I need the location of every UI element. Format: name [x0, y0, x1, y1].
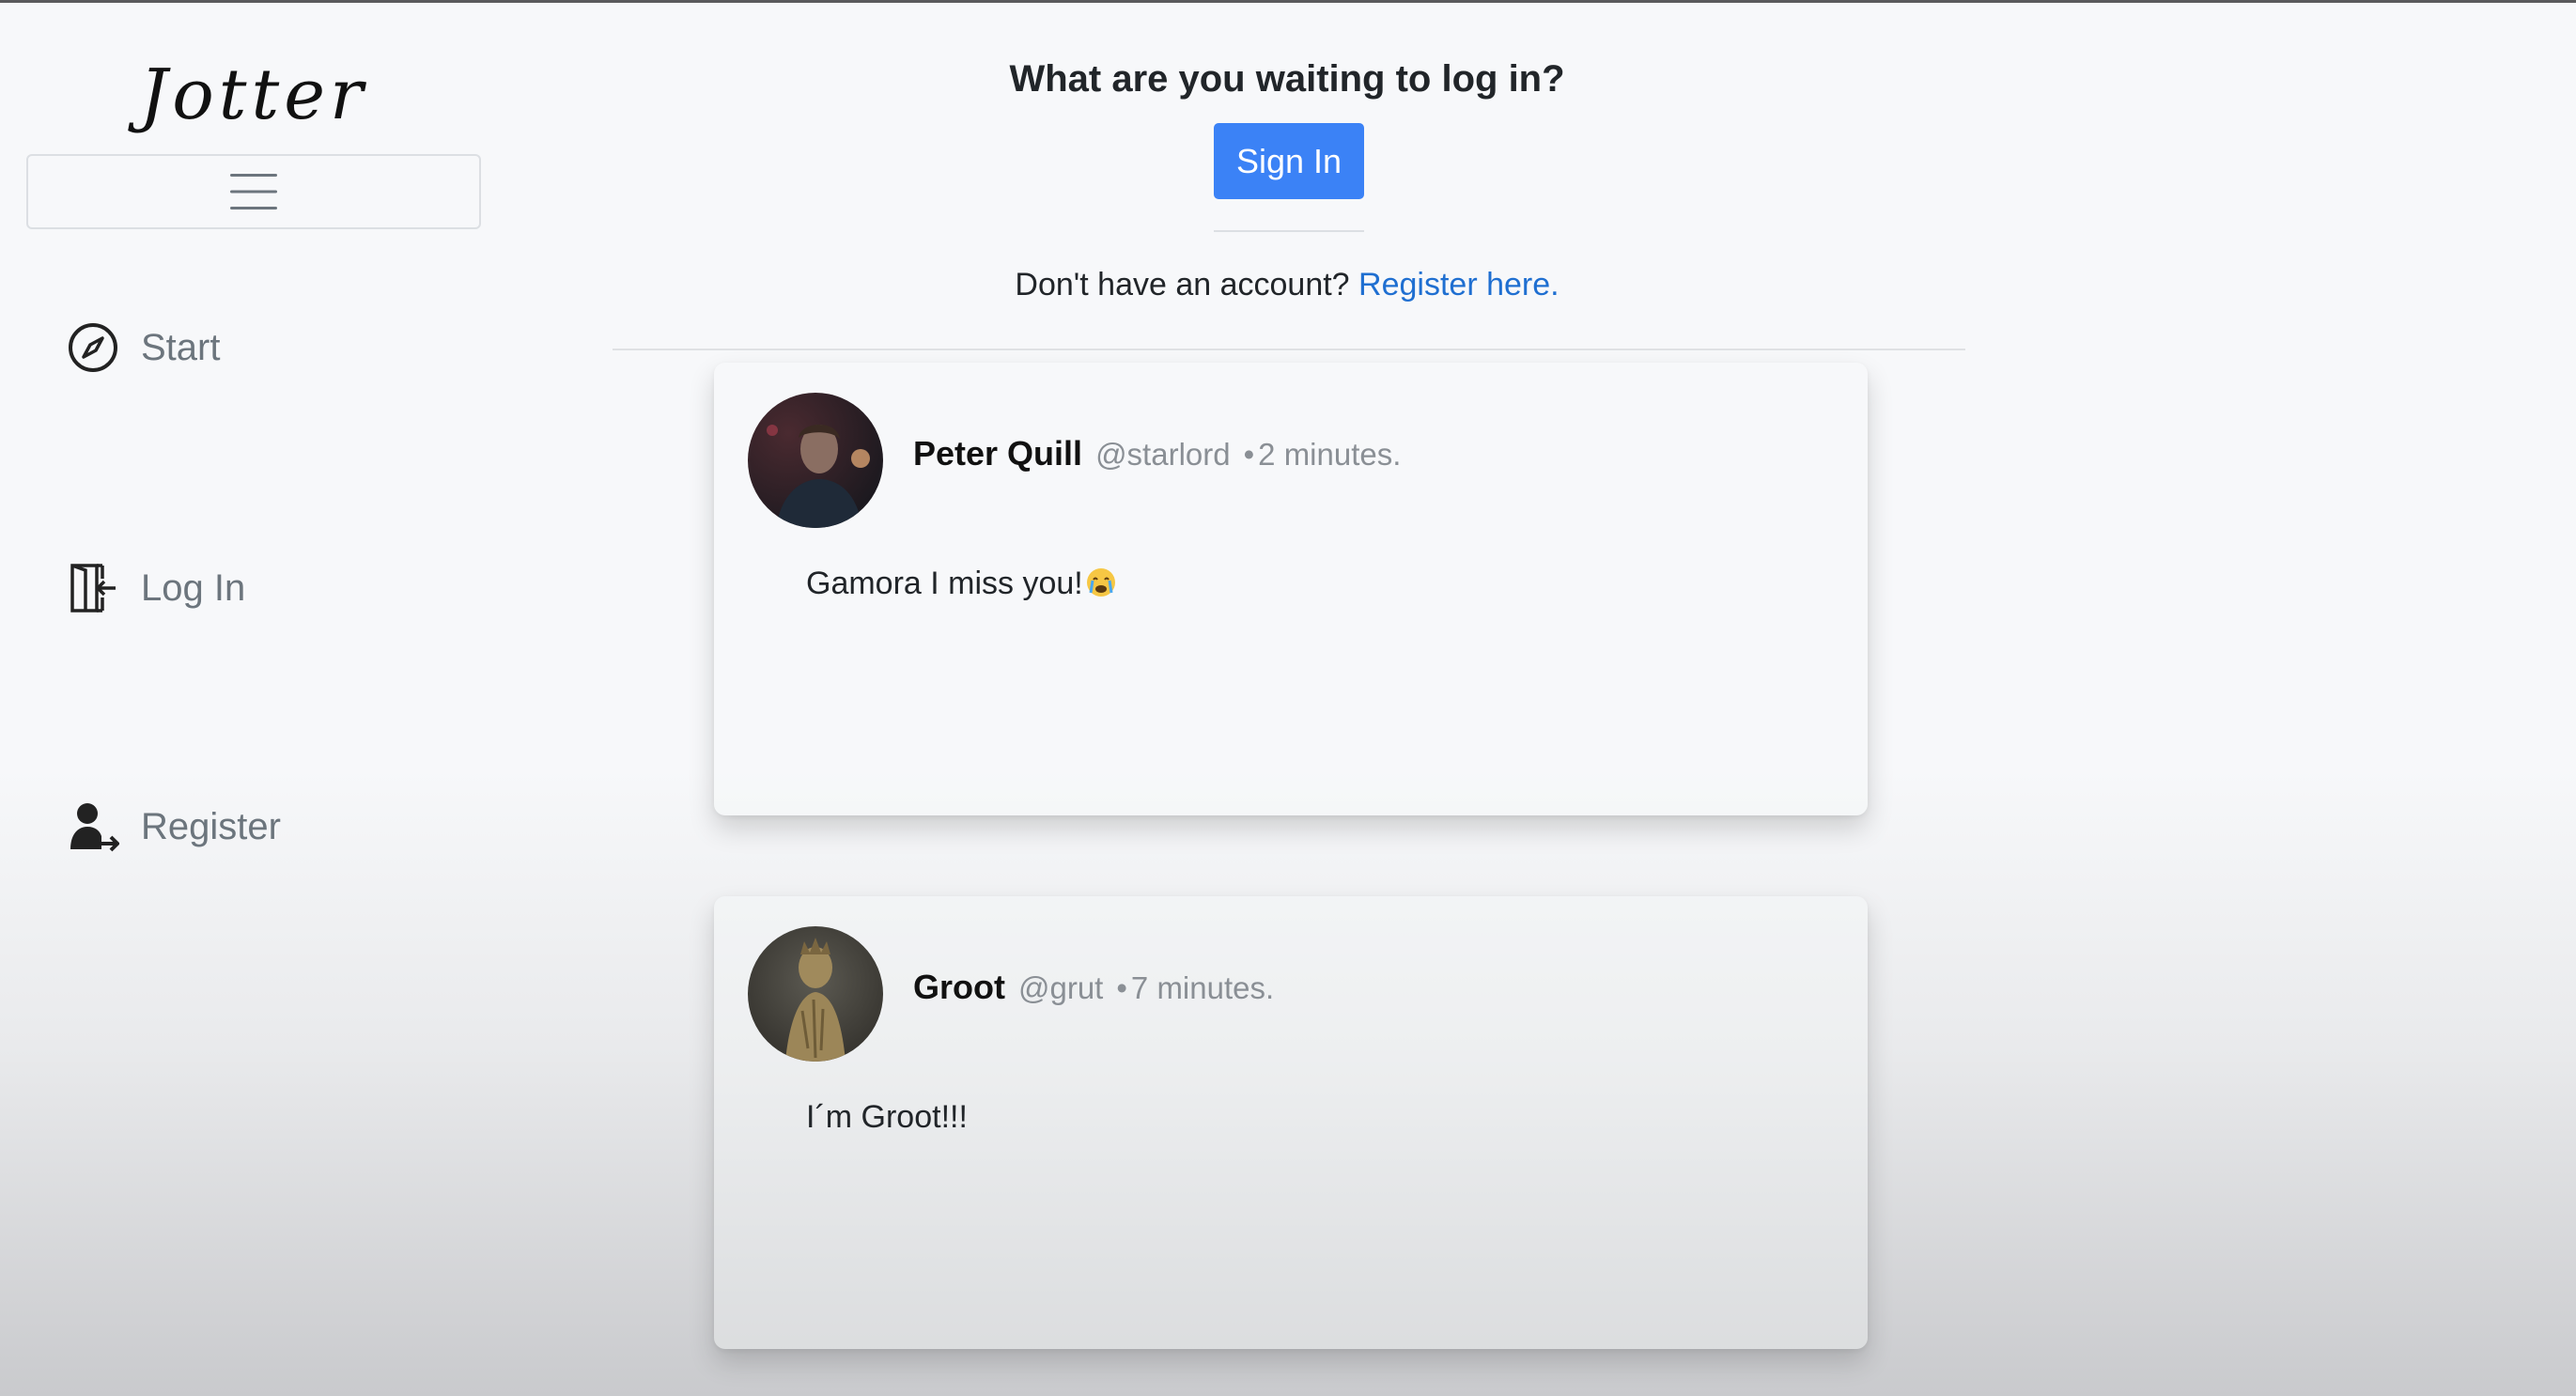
menu-toggle-button[interactable] — [26, 154, 481, 229]
post-text: I´m Groot!!! — [806, 1099, 968, 1136]
separator-dot: • — [1243, 437, 1255, 472]
post-header: Groot @grut • 7 minutes. — [913, 968, 1274, 1007]
compass-icon — [66, 320, 120, 375]
nav-item-start[interactable]: Start — [66, 319, 220, 376]
avatar[interactable] — [748, 926, 883, 1062]
window-top-border — [0, 0, 2576, 3]
no-account-text: Don't have an account? — [1015, 267, 1350, 302]
post-author-name[interactable]: Peter Quill — [913, 434, 1082, 473]
separator-dot: • — [1116, 970, 1127, 1005]
app-logo[interactable]: Jotter — [26, 54, 481, 135]
nav-label-start: Start — [141, 326, 221, 368]
door-enter-icon — [66, 561, 120, 615]
register-link[interactable]: Register here. — [1358, 267, 1560, 302]
crying-face-emoji-icon — [1086, 568, 1115, 597]
register-prompt: Don't have an account? Register here. — [902, 267, 1672, 303]
avatar[interactable] — [748, 393, 883, 528]
post-author-handle[interactable]: @starlord — [1095, 437, 1231, 473]
nav-label-register: Register — [141, 805, 281, 847]
post-text-content: I´m Groot!!! — [806, 1099, 968, 1135]
login-prompt-title: What are you waiting to log in? — [1009, 58, 1565, 100]
post-author-name[interactable]: Groot — [913, 968, 1005, 1007]
feed-divider — [613, 349, 1965, 350]
post-text-content: Gamora I miss you! — [806, 566, 1083, 601]
post-card[interactable]: Groot @grut • 7 minutes. I´m Groot!!! — [714, 896, 1868, 1349]
post-author-handle[interactable]: @grut — [1018, 970, 1103, 1006]
divider — [1214, 230, 1364, 232]
hamburger-menu-icon — [230, 174, 277, 209]
sign-in-button[interactable]: Sign In — [1214, 123, 1364, 199]
nav-item-register[interactable]: Register — [66, 799, 281, 855]
post-timestamp: 2 minutes. — [1258, 437, 1402, 472]
nav-item-log-in[interactable]: Log In — [66, 560, 245, 616]
nav-label-log-in: Log In — [141, 566, 246, 609]
post-timestamp: 7 minutes. — [1130, 970, 1275, 1005]
post-card[interactable]: Peter Quill @starlord • 2 minutes. Gamor… — [714, 363, 1868, 815]
person-add-icon — [66, 799, 120, 854]
post-text: Gamora I miss you! — [806, 566, 1117, 602]
post-header: Peter Quill @starlord • 2 minutes. — [913, 434, 1401, 473]
